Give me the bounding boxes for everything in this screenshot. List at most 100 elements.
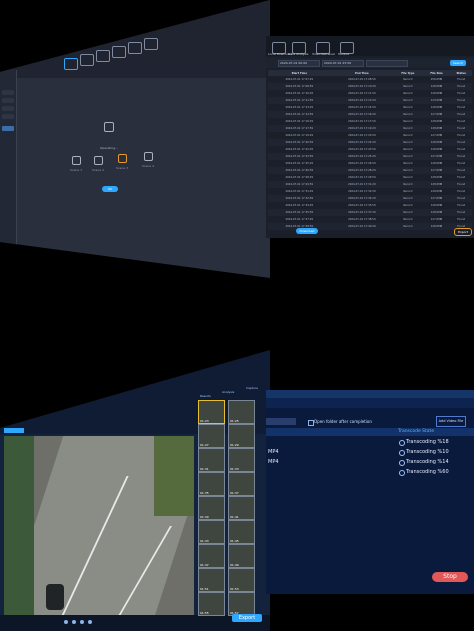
table-header <box>266 428 474 436</box>
thumbnail-time: 01:37 <box>230 491 239 495</box>
sidebar-item[interactable] <box>2 106 14 111</box>
settings-icon[interactable] <box>128 42 142 54</box>
search-icon[interactable] <box>80 54 94 66</box>
capture-thumbnail[interactable]: 01:27 <box>198 424 225 448</box>
table-row[interactable]: 2024-07-01 17:19:29 2024-07-01 17:20:59 Re… <box>268 132 472 139</box>
pause-icon[interactable] <box>72 620 76 624</box>
table-row[interactable]: 2024-07-01 17:37:29 2024-07-01 17:38:59 Re… <box>268 216 472 223</box>
capture-thumbnail[interactable]: 01:39 <box>198 496 225 520</box>
table-cell: 2024-07-01 17:11:59 <box>268 97 331 104</box>
search-button[interactable]: Search <box>450 60 466 66</box>
stop-button[interactable]: Stop <box>432 572 468 582</box>
scene-icon[interactable] <box>118 154 127 163</box>
type-select[interactable] <box>366 60 408 67</box>
side-tab[interactable]: Analysis <box>222 390 234 394</box>
transcode-row[interactable]: MP4 Transcoding %10 <box>266 448 474 457</box>
tools-icon[interactable] <box>144 38 158 50</box>
analysis-icon[interactable] <box>64 58 78 70</box>
table-cell: Found <box>457 148 466 151</box>
play-icon[interactable] <box>64 620 68 624</box>
table-row[interactable]: 2024-07-01 17:11:59 2024-07-01 17:13:29 Re… <box>268 97 472 104</box>
table-row[interactable]: 2024-07-01 17:32:59 2024-07-01 17:34:29 Re… <box>268 195 472 202</box>
table-row[interactable]: 2024-07-01 17:08:59 2024-07-01 17:10:29 Re… <box>268 83 472 90</box>
capture-thumbnail[interactable]: 01:53 <box>228 568 255 592</box>
thumbnail-time: 01:55 <box>200 611 209 615</box>
scene-label: Scene 4 <box>142 164 155 168</box>
scene-icon[interactable] <box>144 152 153 161</box>
table-cell: 2024-07-01 17:14:59 <box>348 106 376 109</box>
capture-thumbnail[interactable]: 01:25 <box>228 400 255 424</box>
export-button[interactable]: Export <box>454 228 472 236</box>
table-row[interactable]: 2024-07-01 17:07:29 2024-07-01 17:08:59 Re… <box>268 76 472 83</box>
output-path-field[interactable] <box>266 418 296 425</box>
table-row[interactable]: 2024-07-01 17:22:29 2024-07-01 17:23:59 Re… <box>268 146 472 153</box>
sidebar-item[interactable] <box>2 90 14 95</box>
capture-thumbnail[interactable]: 01:45 <box>228 520 255 544</box>
capture-thumbnail[interactable]: 01:49 <box>228 544 255 568</box>
table-cell: 2024-07-01 17:13:29 <box>285 106 314 109</box>
confirm-button[interactable]: OK <box>102 186 118 192</box>
table-cell: 2024-07-01 17:32:59 <box>268 195 331 202</box>
scene-label: Scene 1 <box>70 168 83 172</box>
table-cell: Found <box>450 195 472 202</box>
table-row[interactable]: 2024-07-01 17:23:59 2024-07-01 17:25:29 Re… <box>268 153 472 160</box>
table-cell: Found <box>457 106 466 109</box>
table-row[interactable]: 2024-07-01 17:17:59 2024-07-01 17:19:29 Re… <box>268 125 472 132</box>
download-button[interactable]: Download <box>296 228 318 234</box>
table-cell: 2024-07-01 17:17:59 <box>268 125 331 132</box>
capture-thumbnail[interactable]: 01:37 <box>228 472 255 496</box>
export-button[interactable]: Export <box>232 614 262 622</box>
thumbnail-time: 01:53 <box>230 587 239 591</box>
table-row[interactable]: 2024-07-01 17:10:29 2024-07-01 17:11:59 Re… <box>268 90 472 97</box>
capture-thumbnail[interactable]: 01:35 <box>198 472 225 496</box>
table-row[interactable]: 2024-07-01 17:26:59 2024-07-01 17:28:29 Re… <box>268 167 472 174</box>
side-tab[interactable]: Capture <box>246 386 258 390</box>
capture-thumbnail[interactable]: 01:43 <box>198 520 225 544</box>
capture-thumbnail[interactable]: 01:51 <box>198 568 225 592</box>
thumbnail-time: 01:23 <box>200 419 209 423</box>
transcode-row[interactable]: Transcoding %18 <box>266 438 474 447</box>
table-cell: 256.0MB <box>430 78 443 81</box>
capture-thumbnail[interactable]: 01:33 <box>228 448 255 472</box>
side-tab[interactable]: Results <box>200 394 211 398</box>
add-video-button[interactable]: Add Video File <box>436 416 466 427</box>
thumbnail-time: 01:27 <box>200 443 209 447</box>
table-row[interactable]: 2024-07-01 17:25:29 2024-07-01 17:26:59 Re… <box>268 160 472 167</box>
sidebar-item[interactable] <box>2 98 14 103</box>
table-cell: 128.0MB <box>422 223 451 230</box>
table-cell: Record <box>403 176 413 179</box>
table-row[interactable]: 2024-07-01 17:14:59 2024-07-01 17:16:29 Re… <box>268 111 472 118</box>
end-time-value: 2024-07-01 23:59 <box>324 61 352 65</box>
capture-thumbnail[interactable]: 01:23 <box>198 400 225 424</box>
export-icon[interactable] <box>112 46 126 58</box>
table-cell: Record <box>403 78 413 81</box>
scene-icon[interactable] <box>72 156 81 165</box>
start-time-field[interactable]: 2024-07-01 00:00 <box>278 60 320 67</box>
playback-icon[interactable] <box>96 50 110 62</box>
scene-icon[interactable] <box>94 156 103 165</box>
end-time-field[interactable]: 2024-07-01 23:59 <box>322 60 364 67</box>
table-row[interactable]: 2024-07-01 17:13:29 2024-07-01 17:14:59 Re… <box>268 104 472 111</box>
video-player[interactable] <box>4 436 194 616</box>
transcode-row[interactable]: Transcoding %60 <box>266 468 474 477</box>
table-row[interactable]: 2024-07-01 17:16:29 2024-07-01 17:17:59 Re… <box>268 118 472 125</box>
transcode-row[interactable]: MP4 Transcoding %14 <box>266 458 474 467</box>
table-row[interactable]: 2024-07-01 17:28:29 2024-07-01 17:29:59 Re… <box>268 174 472 181</box>
sidebar-item-active[interactable] <box>2 126 14 131</box>
table-cell: 128.0MB <box>422 181 451 188</box>
capture-thumbnail[interactable]: 01:31 <box>198 448 225 472</box>
next-icon[interactable] <box>88 620 92 624</box>
table-row[interactable]: 2024-07-01 17:34:29 2024-07-01 17:35:59 Re… <box>268 202 472 209</box>
capture-thumbnail[interactable]: 01:29 <box>228 424 255 448</box>
capture-thumbnail[interactable]: 01:55 <box>198 592 225 616</box>
table-row[interactable]: 2024-07-01 17:29:59 2024-07-01 17:31:29 Re… <box>268 181 472 188</box>
table-cell: 128.0MB <box>430 176 443 179</box>
capture-thumbnail[interactable]: 01:47 <box>198 544 225 568</box>
table-row[interactable]: 2024-07-01 17:35:59 2024-07-01 17:37:29 Re… <box>268 209 472 216</box>
capture-thumbnail[interactable]: 01:57 <box>228 592 255 616</box>
capture-thumbnail[interactable]: 01:41 <box>228 496 255 520</box>
table-row[interactable]: 2024-07-01 17:20:59 2024-07-01 17:22:29 Re… <box>268 139 472 146</box>
stop-icon[interactable] <box>80 620 84 624</box>
table-row[interactable]: 2024-07-01 17:31:29 2024-07-01 17:32:59 Re… <box>268 188 472 195</box>
sidebar-item[interactable] <box>2 114 14 119</box>
